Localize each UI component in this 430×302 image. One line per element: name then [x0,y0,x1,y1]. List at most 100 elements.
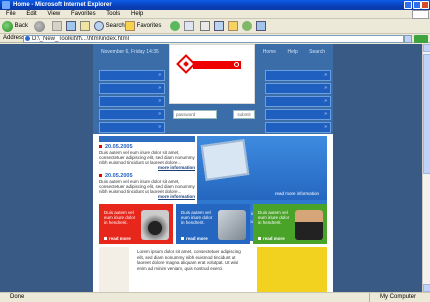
right-nav-item[interactable] [265,109,331,120]
back-arrow-icon [2,21,13,32]
refresh-button[interactable] [66,21,76,32]
website: November 6, Friday 14:35 Home Help Searc… [93,44,333,292]
news-text: Duis autem vel eum iriure dolor sit amet… [99,179,195,194]
news-text: Duis autem vel eum iriure dolor sit amet… [99,150,195,165]
scroll-down-button[interactable] [423,284,430,292]
vertical-scrollbar[interactable] [422,44,430,292]
mail-icon [184,21,194,31]
news-item: 20.05.2005 Duis autem vel eum iriure dol… [99,173,195,199]
menu-file[interactable]: File [6,11,16,17]
back-button[interactable]: Back [2,21,28,32]
search-icon [94,21,104,31]
print-icon [200,21,210,31]
scroll-up-button[interactable] [423,44,430,52]
toolbar: Back Search Favorites [0,19,430,34]
tile-read-more[interactable]: read more [181,236,208,241]
window-titlebar: Home - Microsoft Internet Explorer [0,0,430,10]
camera-image [141,210,169,240]
password-input[interactable]: password [173,110,217,119]
research-button[interactable] [256,21,266,32]
promo-tile-person: Duis autem vel eum iriure dolor in hendr… [253,204,327,244]
top-nav: Home Help Search [253,46,325,58]
topnav-help[interactable]: Help [287,49,297,55]
menu-tools[interactable]: Tools [106,11,120,17]
left-nav [99,70,165,135]
news-header [99,136,195,142]
stop-icon [52,21,62,31]
right-nav-item[interactable] [265,122,331,133]
ie-icon [2,1,10,9]
right-nav-item[interactable] [265,96,331,107]
topnav-search[interactable]: Search [309,49,325,55]
star-icon [125,21,135,31]
page-viewport: November 6, Friday 14:35 Home Help Searc… [0,44,422,292]
tile-read-more[interactable]: read more [104,236,131,241]
close-button[interactable] [421,1,429,9]
go-button[interactable] [414,35,428,43]
address-url: D:\_New_Toolkit\ff\...\html\index.html [32,36,129,42]
edit-button[interactable] [214,21,224,32]
left-nav-item[interactable] [99,109,165,120]
status-bar: Done My Computer [0,292,430,302]
person-image [295,210,323,240]
news-more-link[interactable]: more information [99,165,195,170]
windows-flag-icon [412,10,429,19]
stop-button[interactable] [52,21,62,32]
print-button[interactable] [200,21,210,32]
hand-image [99,247,129,292]
news-more-link[interactable]: more information [99,194,195,199]
address-bar: Address D:\_New_Toolkit\ff\...\html\inde… [0,34,430,43]
right-nav-item[interactable] [265,83,331,94]
yellow-banner [257,247,327,292]
scroll-thumb[interactable] [423,54,430,174]
refresh-icon [66,21,76,31]
forward-arrow-icon [34,21,45,32]
menu-view[interactable]: View [47,11,60,17]
left-nav-item[interactable] [99,122,165,133]
menu-bar: File Edit View Favorites Tools Help [0,10,430,19]
address-label: Address [3,35,26,41]
left-nav-item[interactable] [99,83,165,94]
site-header: November 6, Friday 14:35 Home Help Searc… [93,44,333,134]
submit-button[interactable]: submit [233,110,255,119]
media-button[interactable] [170,21,180,32]
address-dropdown-button[interactable] [404,35,412,43]
messenger-button[interactable] [242,21,252,32]
site-date: November 6, Friday 14:35 [101,49,159,55]
tile-text: Duis autem vel eum iriure dolor in hendr… [104,210,136,225]
bottom-section: Lorem ipsum dolor sit amet, consectetuer… [99,247,327,292]
media-icon [170,21,180,31]
maximize-button[interactable] [413,1,421,9]
logo-dot-icon [234,62,239,67]
minimize-button[interactable] [404,1,412,9]
mail-button[interactable] [184,21,194,32]
bottom-text: Lorem ipsum dolor sit amet, consectetuer… [137,249,241,271]
left-nav-item[interactable] [99,70,165,81]
edit-icon [214,21,224,31]
forward-button[interactable] [34,21,45,32]
home-button[interactable] [80,21,90,32]
tile-text: Duis autem vel eum iriure dolor in hendr… [258,210,290,225]
tile-read-more[interactable]: read more [258,236,285,241]
site-logo[interactable] [169,44,255,104]
right-nav [265,70,331,135]
folder-button[interactable] [228,21,238,32]
menu-help[interactable]: Help [131,11,143,17]
promo-tile-camera: Duis autem vel eum iriure dolor in hendr… [99,204,173,244]
topnav-home[interactable]: Home [263,49,276,55]
security-zone: My Computer [368,293,416,302]
menu-favorites[interactable]: Favorites [71,11,96,17]
right-nav-item[interactable] [265,70,331,81]
search-button[interactable]: Search [94,21,125,32]
feature-more-link[interactable]: read more information [275,191,319,196]
research-icon [256,21,266,31]
favorites-button[interactable]: Favorites [125,21,161,32]
menu-edit[interactable]: Edit [26,11,36,17]
remote-image [218,210,246,240]
address-input[interactable]: D:\_New_Toolkit\ff\...\html\index.html [23,35,404,43]
left-nav-item[interactable] [99,96,165,107]
window-title: Home - Microsoft Internet Explorer [13,2,112,8]
promo-tiles: Duis autem vel eum iriure dolor in hendr… [99,204,327,244]
tile-text: Duis autem vel eum iriure dolor in hendr… [181,210,213,225]
folder-icon [228,21,238,31]
